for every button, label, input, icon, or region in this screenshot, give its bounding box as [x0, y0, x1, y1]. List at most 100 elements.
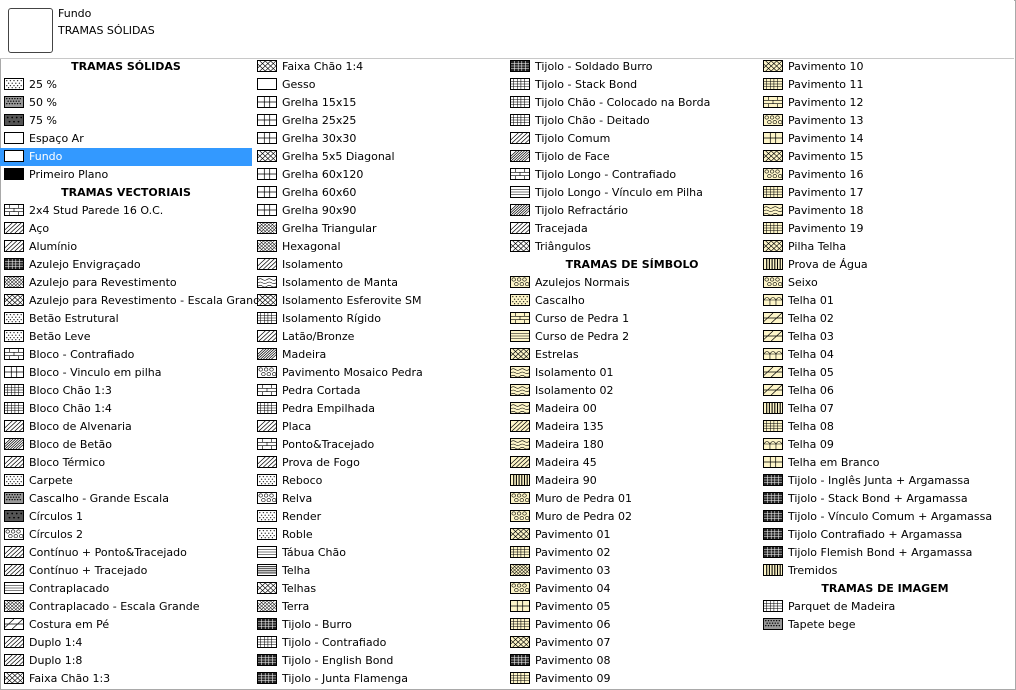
fill-item-continuo-tracejado[interactable]: Contínuo + Tracejado — [0, 562, 252, 580]
fill-item-faixa-chao-1-4[interactable]: Faixa Chão 1:4 — [253, 58, 505, 76]
fill-item-estrelas[interactable]: Estrelas — [506, 346, 758, 364]
fill-item-pavimento-09[interactable]: Pavimento 09 — [506, 670, 758, 688]
fill-item-isolamento[interactable]: Isolamento — [253, 256, 505, 274]
fill-item-tijolo-junta-flamenga[interactable]: Tijolo - Junta Flamenga — [253, 670, 505, 688]
fill-item-tijolo-ingles-junta-argamassa[interactable]: Tijolo - Inglês Junta + Argamassa — [759, 472, 1011, 490]
fill-item-pavimento-16[interactable]: Pavimento 16 — [759, 166, 1011, 184]
fill-item-contraplacado[interactable]: Contraplacado — [0, 580, 252, 598]
fill-item-pavimento-07[interactable]: Pavimento 07 — [506, 634, 758, 652]
fill-item-tijolo-chao-deitado[interactable]: Tijolo Chão - Deitado — [506, 112, 758, 130]
fill-item-tijolo-flemish-bond-argamassa[interactable]: Tijolo Flemish Bond + Argamassa — [759, 544, 1011, 562]
fill-item-tijolo-longo-vinculo-em-pilha[interactable]: Tijolo Longo - Vínculo em Pilha — [506, 184, 758, 202]
fill-item-curso-de-pedra-2[interactable]: Curso de Pedra 2 — [506, 328, 758, 346]
fill-item-pavimento-12[interactable]: Pavimento 12 — [759, 94, 1011, 112]
fill-item-seixo[interactable]: Seixo — [759, 274, 1011, 292]
fill-item-telha-01[interactable]: Telha 01 — [759, 292, 1011, 310]
fill-item-bloco-chao-1-4[interactable]: Bloco Chão 1:4 — [0, 400, 252, 418]
fill-item-tijolo-vinculo-comum-argamassa[interactable]: Tijolo - Vínculo Comum + Argamassa — [759, 508, 1011, 526]
fill-item-duplo-1-4[interactable]: Duplo 1:4 — [0, 634, 252, 652]
fill-item-ponto-tracejado[interactable]: Ponto&Tracejado — [253, 436, 505, 454]
fill-item-isolamento-esferovite-sm[interactable]: Isolamento Esferovite SM — [253, 292, 505, 310]
fill-item-pavimento-05[interactable]: Pavimento 05 — [506, 598, 758, 616]
fill-item-bloco-de-alvenaria[interactable]: Bloco de Alvenaria — [0, 418, 252, 436]
fill-item-tijolo-contrafiado[interactable]: Tijolo - Contrafiado — [253, 634, 505, 652]
fill-item-madeira-135[interactable]: Madeira 135 — [506, 418, 758, 436]
fill-item-tijolo-contrafiado-argamassa[interactable]: Tijolo Contrafiado + Argamassa — [759, 526, 1011, 544]
fill-item-telha-em-branco[interactable]: Telha em Branco — [759, 454, 1011, 472]
fill-item-pavimento-03[interactable]: Pavimento 03 — [506, 562, 758, 580]
fill-item-azulejo-envigracado[interactable]: Azulejo Envigraçado — [0, 256, 252, 274]
fill-item-pavimento-01[interactable]: Pavimento 01 — [506, 526, 758, 544]
fill-item-azulejo-para-revestimento[interactable]: Azulejo para Revestimento — [0, 274, 252, 292]
fill-item-roble[interactable]: Roble — [253, 526, 505, 544]
fill-item-pavimento-15[interactable]: Pavimento 15 — [759, 148, 1011, 166]
fill-item-latao-bronze[interactable]: Latão/Bronze — [253, 328, 505, 346]
fill-item-pavimento-04[interactable]: Pavimento 04 — [506, 580, 758, 598]
fill-item-isolamento-02[interactable]: Isolamento 02 — [506, 382, 758, 400]
fill-item-isolamento-de-manta[interactable]: Isolamento de Manta — [253, 274, 505, 292]
fill-item-gesso[interactable]: Gesso — [253, 76, 505, 94]
fill-item-grelha-90x90[interactable]: Grelha 90x90 — [253, 202, 505, 220]
fill-item-grelha-15x15[interactable]: Grelha 15x15 — [253, 94, 505, 112]
fill-item-tijolo-chao-colocado-na-borda[interactable]: Tijolo Chão - Colocado na Borda — [506, 94, 758, 112]
fill-item-isolamento-rigido[interactable]: Isolamento Rígido — [253, 310, 505, 328]
fill-item-betao-leve[interactable]: Betão Leve — [0, 328, 252, 346]
fill-item-tapete-bege[interactable]: Tapete bege — [759, 616, 1011, 634]
fill-item-2x4-stud-parede-16-o-c[interactable]: 2x4 Stud Parede 16 O.C. — [0, 202, 252, 220]
fill-item-bloco-de-betao[interactable]: Bloco de Betão — [0, 436, 252, 454]
fill-item-madeira-00[interactable]: Madeira 00 — [506, 400, 758, 418]
fill-item-tijolo-burro[interactable]: Tijolo - Burro — [253, 616, 505, 634]
fill-item-aco[interactable]: Aço — [0, 220, 252, 238]
fill-item-telhas[interactable]: Telhas — [253, 580, 505, 598]
fill-item-pavimento-11[interactable]: Pavimento 11 — [759, 76, 1011, 94]
fill-item-telha[interactable]: Telha — [253, 562, 505, 580]
fill-item-tijolo-stack-bond-argamassa[interactable]: Tijolo - Stack Bond + Argamassa — [759, 490, 1011, 508]
fill-item-pavimento-13[interactable]: Pavimento 13 — [759, 112, 1011, 130]
fill-item-bloco-chao-1-3[interactable]: Bloco Chão 1:3 — [0, 382, 252, 400]
fill-item-prova-de-fogo[interactable]: Prova de Fogo — [253, 454, 505, 472]
fill-item-muro-de-pedra-01[interactable]: Muro de Pedra 01 — [506, 490, 758, 508]
fill-item-cascalho[interactable]: Cascalho — [506, 292, 758, 310]
fill-item-bloco-termico[interactable]: Bloco Térmico — [0, 454, 252, 472]
fill-item-tijolo-soldado-burro[interactable]: Tijolo - Soldado Burro — [506, 58, 758, 76]
fill-item-telha-02[interactable]: Telha 02 — [759, 310, 1011, 328]
fill-item-tijolo-english-bond[interactable]: Tijolo - English Bond — [253, 652, 505, 670]
fill-item-continuo-ponto-tracejado[interactable]: Contínuo + Ponto&Tracejado — [0, 544, 252, 562]
fill-item-azulejo-para-revestimento-escala-grande[interactable]: Azulejo para Revestimento - Escala Grand… — [0, 292, 267, 310]
fill-item-bloco-contrafiado[interactable]: Bloco - Contrafiado — [0, 346, 252, 364]
fill-item-tijolo-stack-bond[interactable]: Tijolo - Stack Bond — [506, 76, 758, 94]
fill-item-telha-07[interactable]: Telha 07 — [759, 400, 1011, 418]
fill-item-pavimento-mosaico-pedra[interactable]: Pavimento Mosaico Pedra — [253, 364, 505, 382]
fill-item-cascalho-grande-escala[interactable]: Cascalho - Grande Escala — [0, 490, 252, 508]
fill-item-primeiro-plano[interactable]: Primeiro Plano — [0, 166, 252, 184]
fill-item-grelha-5x5-diagonal[interactable]: Grelha 5x5 Diagonal — [253, 148, 505, 166]
fill-item-telha-05[interactable]: Telha 05 — [759, 364, 1011, 382]
fill-item-espaco-ar[interactable]: Espaço Ar — [0, 130, 252, 148]
fill-item-pavimento-10[interactable]: Pavimento 10 — [759, 58, 1011, 76]
fill-item-duplo-1-8[interactable]: Duplo 1:8 — [0, 652, 252, 670]
fill-item-azulejos-normais[interactable]: Azulejos Normais — [506, 274, 758, 292]
fill-item-pedra-cortada[interactable]: Pedra Cortada — [253, 382, 505, 400]
fill-item-placa[interactable]: Placa — [253, 418, 505, 436]
fill-item-terra[interactable]: Terra — [253, 598, 505, 616]
fill-item-grelha-30x30[interactable]: Grelha 30x30 — [253, 130, 505, 148]
fill-item-tijolo-comum[interactable]: Tijolo Comum — [506, 130, 758, 148]
fill-item-grelha-60x120[interactable]: Grelha 60x120 — [253, 166, 505, 184]
fill-item-pavimento-14[interactable]: Pavimento 14 — [759, 130, 1011, 148]
fill-item-telha-06[interactable]: Telha 06 — [759, 382, 1011, 400]
fill-item-fundo[interactable]: Fundo — [0, 148, 252, 166]
fill-item-prova-de-agua[interactable]: Prova de Água — [759, 256, 1011, 274]
fill-item-25[interactable]: 25 % — [0, 76, 252, 94]
fill-item-telha-09[interactable]: Telha 09 — [759, 436, 1011, 454]
fill-item-isolamento-01[interactable]: Isolamento 01 — [506, 364, 758, 382]
fill-item-75[interactable]: 75 % — [0, 112, 252, 130]
fill-item-pavimento-17[interactable]: Pavimento 17 — [759, 184, 1011, 202]
fill-item-reboco[interactable]: Reboco — [253, 472, 505, 490]
fill-item-pavimento-19[interactable]: Pavimento 19 — [759, 220, 1011, 238]
fill-item-pilha-telha[interactable]: Pilha Telha — [759, 238, 1011, 256]
fill-item-betao-estrutural[interactable]: Betão Estrutural — [0, 310, 252, 328]
fill-item-pavimento-02[interactable]: Pavimento 02 — [506, 544, 758, 562]
fill-item-tracejada[interactable]: Tracejada — [506, 220, 758, 238]
fill-item-pavimento-18[interactable]: Pavimento 18 — [759, 202, 1011, 220]
fill-item-triangulos[interactable]: Triângulos — [506, 238, 758, 256]
